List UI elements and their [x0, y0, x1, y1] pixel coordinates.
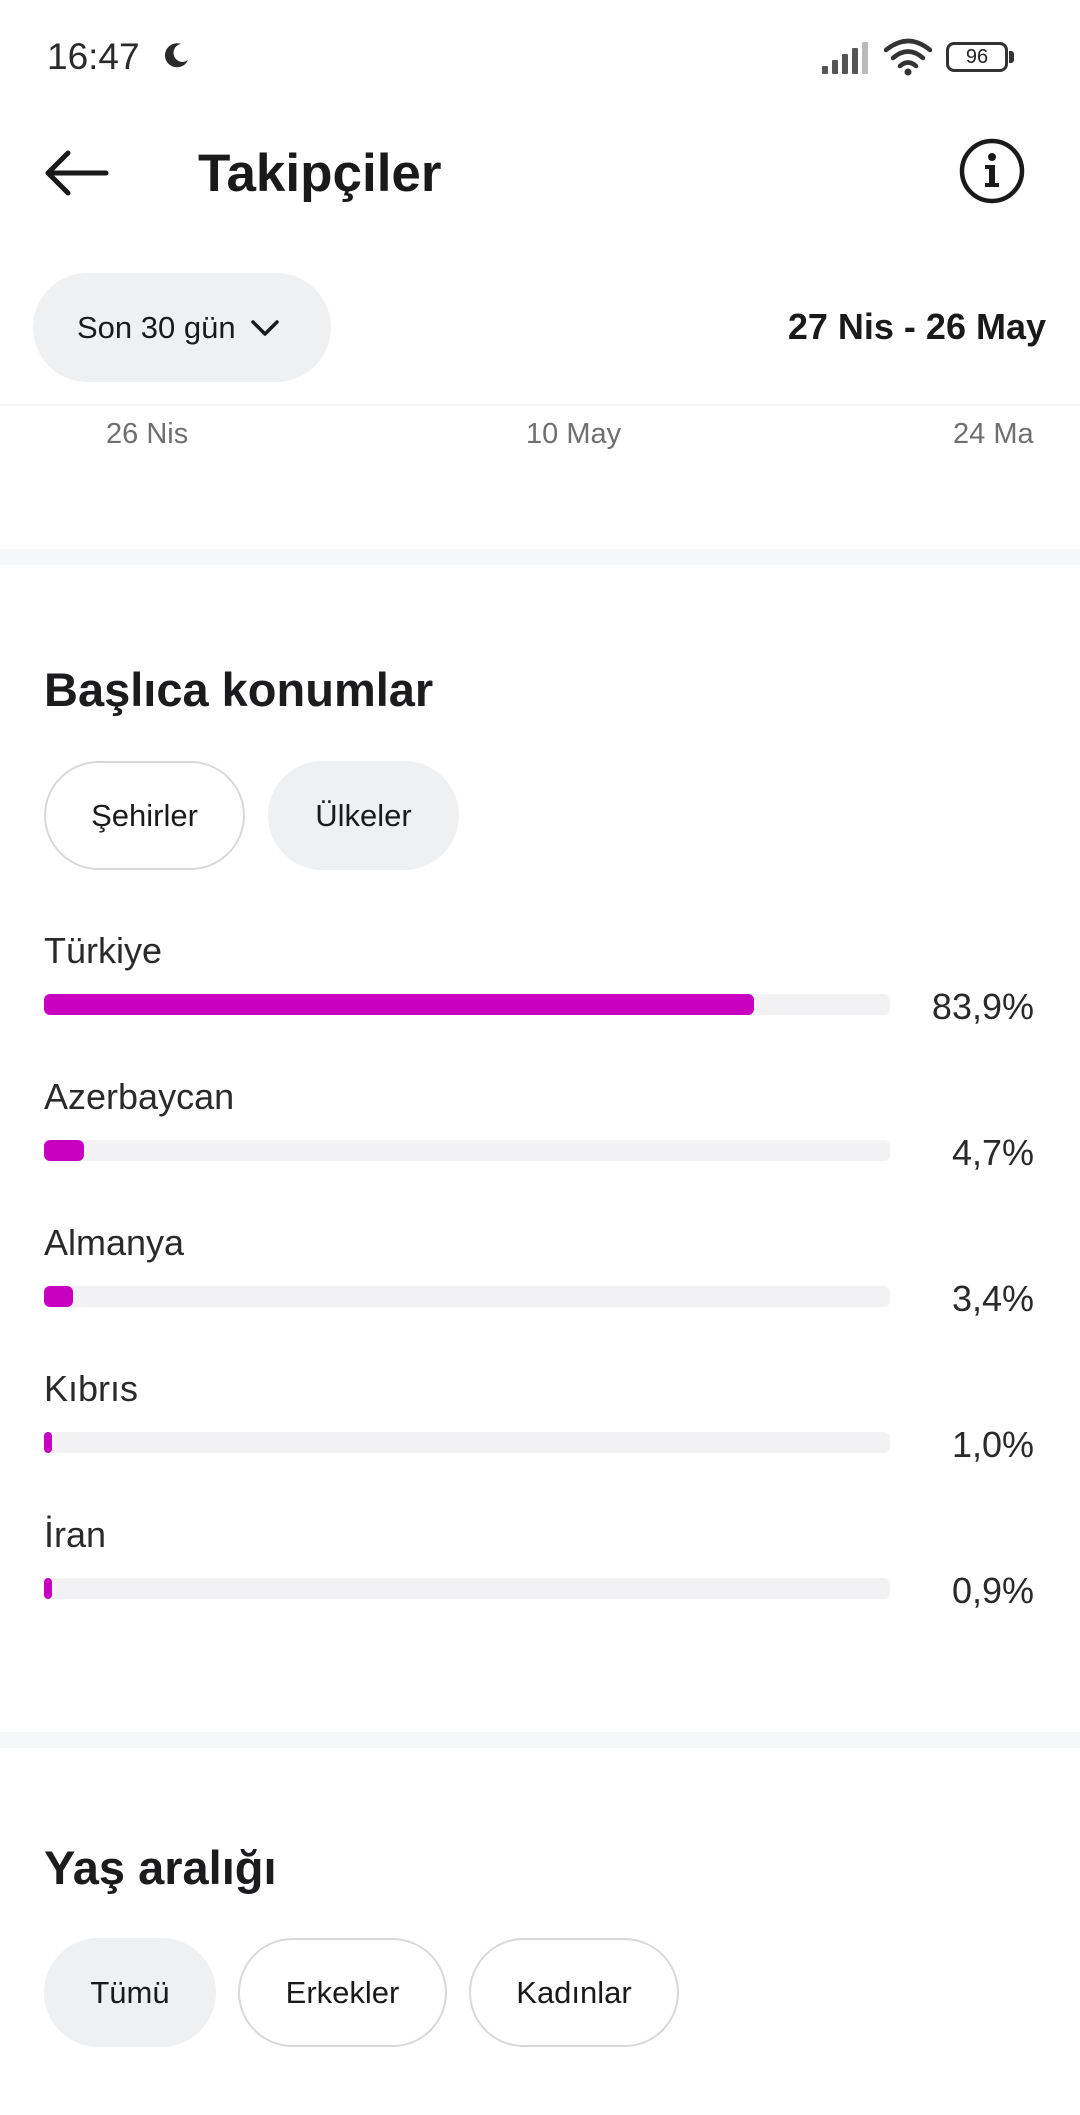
- location-name: Türkiye: [44, 930, 163, 971]
- tab-women-label: Kadınlar: [516, 1974, 632, 2010]
- location-bar-fill: [44, 1432, 53, 1453]
- location-name: İran: [44, 1514, 107, 1555]
- page-title: Takipçiler: [198, 144, 442, 203]
- locations-title: Başlıca konumlar: [44, 663, 434, 716]
- info-icon[interactable]: [958, 137, 1026, 205]
- location-row: Almanya 3,4%: [0, 1222, 1080, 1368]
- location-row: Azerbaycan 4,7%: [0, 1076, 1080, 1222]
- location-bar-track: [44, 1286, 890, 1307]
- x-tick-label: 24 Ma: [953, 418, 1034, 450]
- date-range: 27 Nis - 26 May: [787, 306, 1046, 347]
- tab-countries[interactable]: Ülkeler: [268, 761, 459, 870]
- location-percent: 1,0%: [951, 1424, 1034, 1465]
- tab-all[interactable]: Tümü: [44, 1938, 216, 2047]
- wifi-icon: [884, 38, 932, 76]
- tab-women[interactable]: Kadınlar: [469, 1938, 679, 2047]
- location-bar-track: [44, 994, 890, 1015]
- age-range-title: Yaş aralığı: [44, 1841, 277, 1894]
- location-bar-fill: [44, 1286, 73, 1307]
- section-divider: [0, 549, 1080, 565]
- section-divider: [0, 1732, 1080, 1748]
- location-percent: 83,9%: [931, 986, 1034, 1027]
- battery-level: 96: [946, 42, 1008, 72]
- location-bar-track: [44, 1432, 890, 1453]
- battery-indicator: 96: [946, 42, 1014, 72]
- location-percent: 4,7%: [951, 1132, 1034, 1173]
- status-time: 16:47: [47, 36, 140, 77]
- status-bar: 16:47 96: [0, 0, 1080, 115]
- location-percent: 3,4%: [951, 1278, 1034, 1319]
- location-percent: 0,9%: [951, 1570, 1034, 1611]
- tab-men[interactable]: Erkekler: [238, 1938, 447, 2047]
- moon-icon: [164, 43, 188, 68]
- location-bar-fill: [44, 1578, 52, 1599]
- location-row: İran 0,9%: [0, 1514, 1080, 1660]
- location-name: Azerbaycan: [44, 1076, 235, 1117]
- location-row: Türkiye 83,9%: [0, 930, 1080, 1076]
- back-arrow-icon[interactable]: [40, 145, 112, 201]
- location-bar-fill: [44, 1140, 84, 1161]
- location-bar-track: [44, 1578, 890, 1599]
- x-tick-label: 26 Nis: [106, 418, 189, 450]
- tab-countries-label: Ülkeler: [315, 797, 412, 833]
- period-dropdown[interactable]: Son 30 gün: [33, 273, 331, 382]
- location-name: Kıbrıs: [44, 1368, 139, 1409]
- tab-cities[interactable]: Şehirler: [44, 761, 245, 870]
- location-bar-fill: [44, 994, 754, 1015]
- battery-tip: [1009, 51, 1014, 63]
- location-row: Kıbrıs 1,0%: [0, 1368, 1080, 1514]
- app-header: Takipçiler: [0, 115, 1080, 230]
- tab-all-label: Tümü: [90, 1974, 170, 2010]
- signal-icon: [822, 42, 868, 74]
- tab-men-label: Erkekler: [285, 1974, 400, 2010]
- x-tick-label: 10 May: [526, 418, 622, 450]
- location-bar-track: [44, 1140, 890, 1161]
- tab-cities-label: Şehirler: [91, 797, 198, 833]
- chevron-down-icon: [250, 319, 279, 336]
- location-name: Almanya: [44, 1222, 185, 1263]
- period-label: Son 30 gün: [77, 309, 236, 345]
